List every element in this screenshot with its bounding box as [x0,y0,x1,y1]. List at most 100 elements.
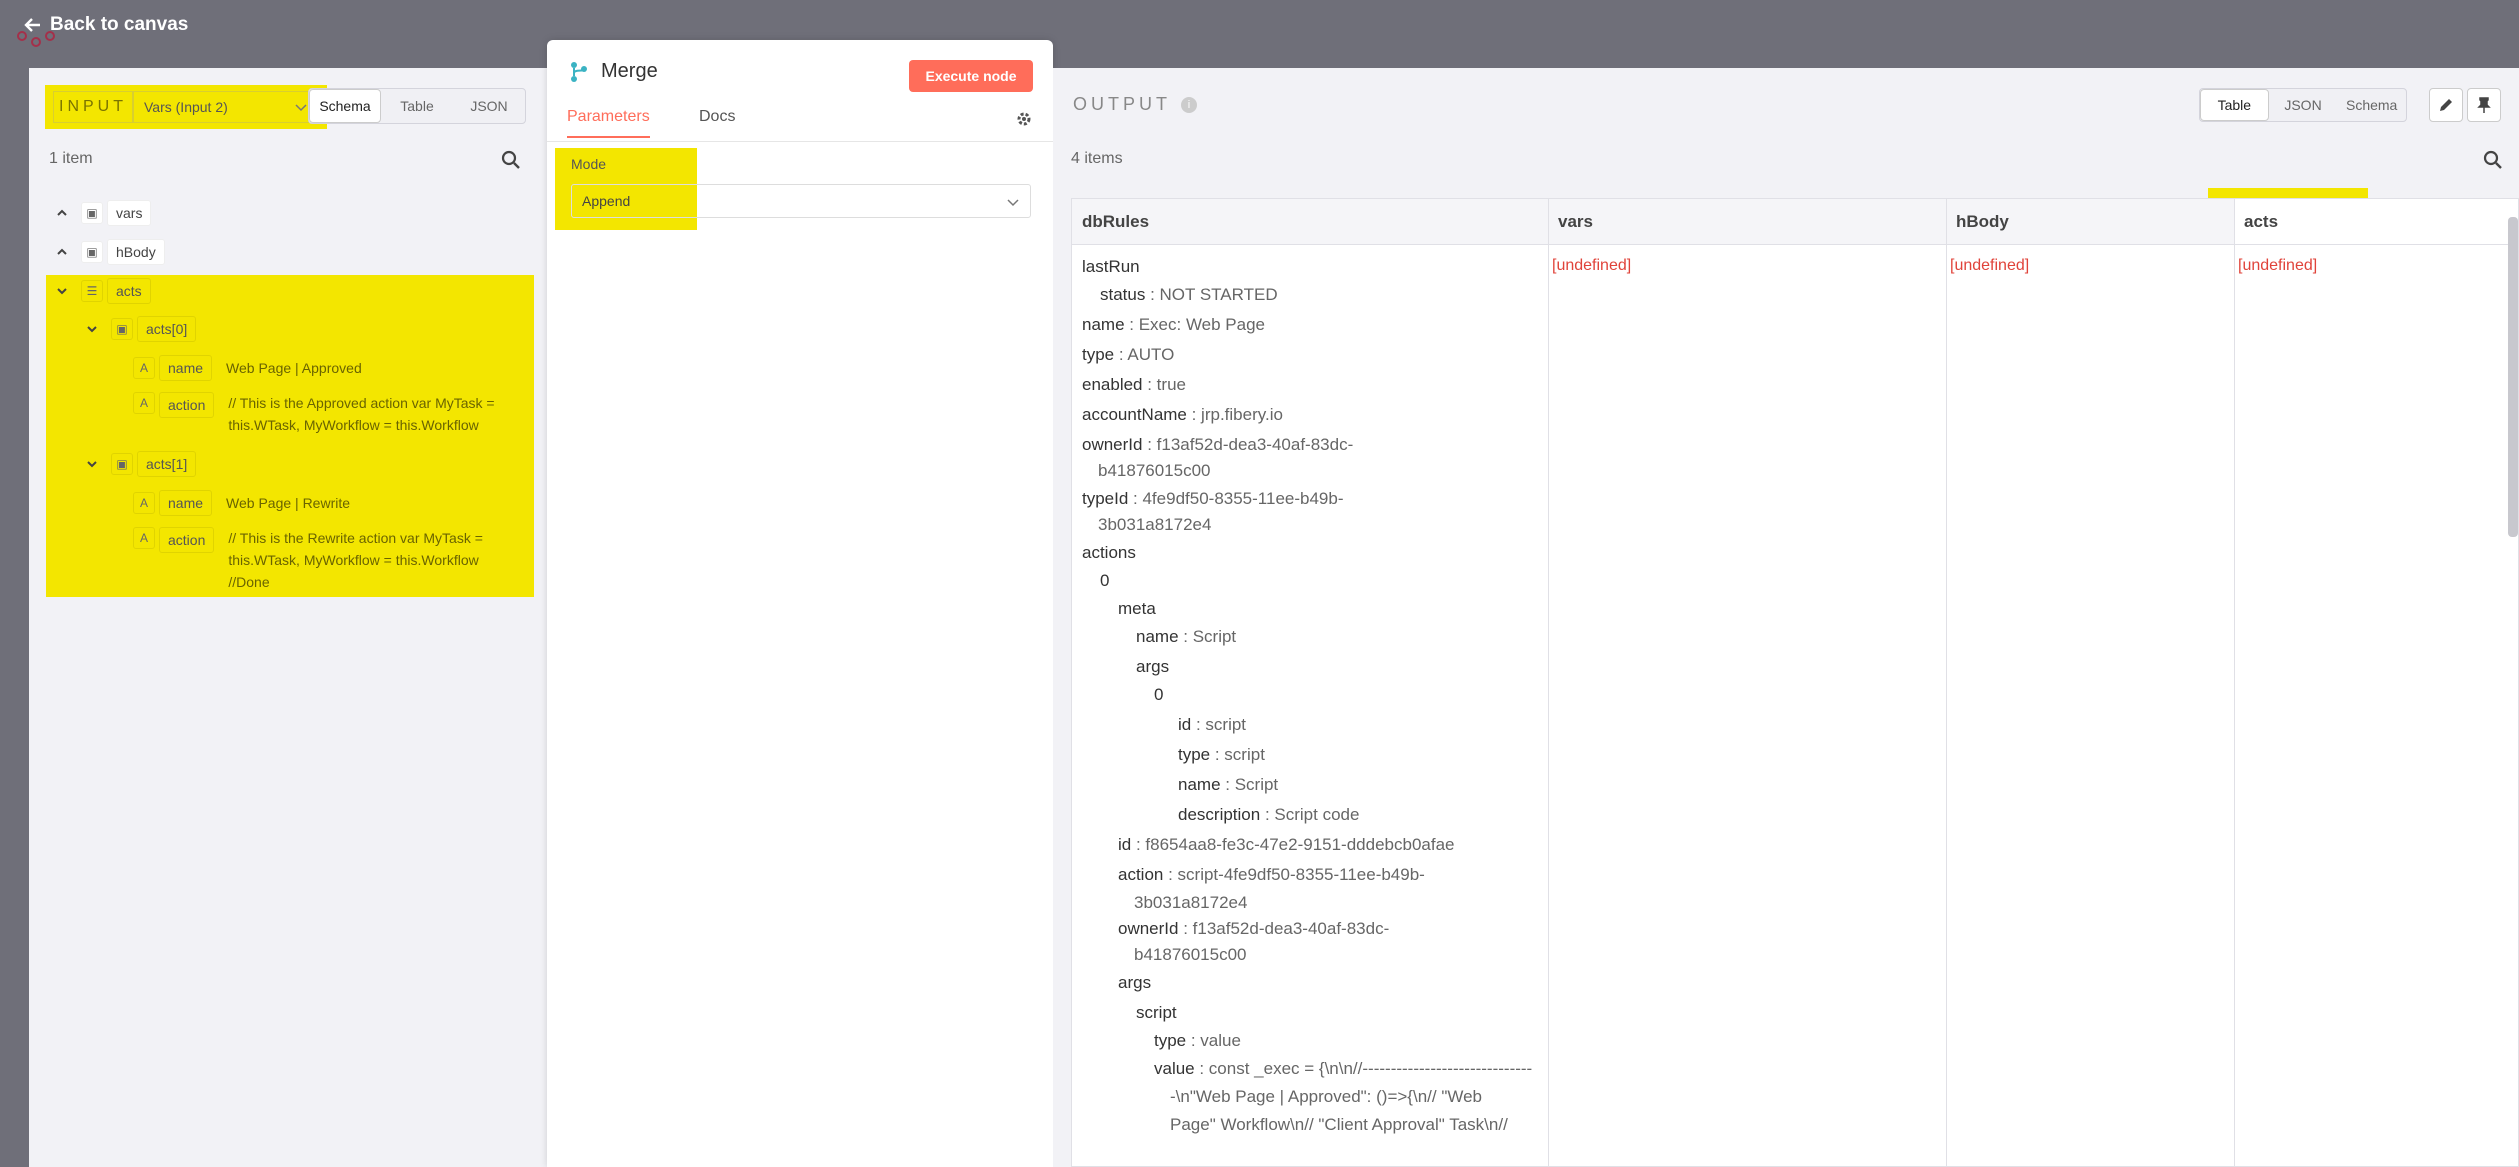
dbrules-row: type : script [1178,745,1265,765]
node-title-text: Merge [601,60,658,82]
column-divider [1548,199,1549,1167]
dbrules-row: 0 [1100,571,1109,591]
output-view-table[interactable]: Table [2200,89,2269,121]
dbrules-key: id [1178,715,1192,734]
mode-value: Append [582,193,631,209]
dbrules-key: description [1178,805,1261,824]
column-header-vars[interactable]: vars [1548,199,1946,245]
gear-icon[interactable] [1015,110,1033,128]
dbrules-value: : f13af52d-dea3-40af-83dc- [1178,919,1390,938]
edit-output-button[interactable] [2429,88,2463,122]
tree-row-acts0[interactable]: ▣ acts[0] [85,316,197,342]
mode-select[interactable]: Append [571,184,1031,218]
input-view-table[interactable]: Table [381,89,453,123]
column-divider [2234,199,2235,1167]
tree-key-action: action [159,527,215,553]
dbrules-key: actions [1082,543,1136,562]
tree-row-hbody[interactable]: ▣ hBody [55,239,165,265]
tree-row-acts1[interactable]: ▣ acts[1] [85,451,197,477]
dbrules-key: id [1118,835,1132,854]
tree-row-acts1-action: A action // This is the Rewrite action v… [133,527,483,593]
object-icon: ▣ [111,318,133,340]
dbrules-key: name [1082,315,1125,334]
node-panel: Merge Execute node Parameters Docs Mode … [547,40,1053,1167]
input-source-select[interactable]: Vars (Input 2) [133,91,319,123]
dbrules-row: typeId : 4fe9df50-8355-11ee-b49b- [1082,489,1344,509]
top-bar: Back to canvas [0,0,2519,68]
tree-row-acts[interactable]: ☰ acts [55,278,151,304]
tree-key-hbody: hBody [107,239,165,265]
pin-output-button[interactable] [2467,88,2501,122]
cell-undefined: [undefined] [2238,257,2318,274]
tree-key-name: name [159,490,213,516]
dbrules-row: value : const _exec = {\n\n//-----------… [1154,1059,1532,1079]
output-title: OUTPUT i [1073,94,1197,115]
string-icon: A [133,527,155,549]
column-header-acts[interactable]: acts [2234,199,2519,245]
dbrules-value: : true [1142,375,1186,394]
chevron-down-icon [57,288,67,295]
dbrules-value: : 4fe9df50-8355-11ee-b49b- [1128,489,1344,508]
chevron-up-icon [57,209,67,216]
tab-parameters[interactable]: Parameters [567,108,650,138]
column-header-hbody[interactable]: hBody [1946,199,2234,245]
column-divider [1946,199,1947,1167]
output-view-switch: Table JSON Schema [2199,88,2407,122]
tree-row-vars[interactable]: ▣ vars [55,200,152,226]
input-view-json[interactable]: JSON [453,89,525,123]
dbrules-row: actions [1082,543,1136,563]
input-label: INPUT [53,91,133,123]
dbrules-key: value [1154,1059,1195,1078]
back-to-canvas-label: Back to canvas [50,14,189,35]
dbrules-key: typeId [1082,489,1129,508]
tab-docs[interactable]: Docs [699,108,735,136]
tree-value: // This is the Rewrite action var MyTask… [228,530,483,546]
input-view-schema[interactable]: Schema [309,89,381,123]
node-title: Merge [569,60,658,83]
dbrules-row: name : Script [1178,775,1278,795]
dbrules-row: type : AUTO [1082,345,1174,365]
dbrules-key: name [1136,627,1179,646]
dbrules-key: status [1100,285,1146,304]
back-to-canvas-link[interactable]: Back to canvas [24,14,188,36]
string-icon: A [133,392,155,414]
output-view-schema[interactable]: Schema [2337,89,2406,121]
dbrules-key: accountName [1082,405,1187,424]
tree-key-vars: vars [107,200,152,226]
dbrules-value: b41876015c00 [1134,945,1247,964]
output-view-json[interactable]: JSON [2269,89,2338,121]
node-tabs: Parameters Docs [547,100,1053,142]
dbrules-value: : value [1186,1031,1241,1050]
dbrules-key: name [1178,775,1221,794]
dbrules-value: : f8654aa8-fe3c-47e2-9151-dddebcb0afae [1131,835,1455,854]
dbrules-row: ownerId : f13af52d-dea3-40af-83dc- [1118,919,1389,939]
dbrules-key: enabled [1082,375,1143,394]
output-item-count: 4 items [1071,150,1123,167]
tree-value: Web Page | Approved [226,360,362,376]
dbrules-value: : Script code [1260,805,1360,824]
tree-value: Web Page | Rewrite [226,495,351,511]
chevron-down-icon [87,326,97,333]
info-icon[interactable]: i [1181,96,1197,113]
column-header-dbrules[interactable]: dbRules [1072,199,1548,245]
tree-value: this.WTask, MyWorkflow = this.Workflow [228,552,479,568]
dbrules-value: : AUTO [1114,345,1175,364]
input-source-value: Vars (Input 2) [144,99,228,115]
merge-icon [571,61,587,82]
dbrules-row: enabled : true [1082,375,1186,395]
tree-key-acts1: acts[1] [137,451,197,477]
output-table: dbRules vars hBody acts [undefined] [und… [1071,198,2519,1167]
dbrules-row: 3b031a8172e4 [1134,893,1247,913]
dbrules-value: : jrp.fibery.io [1186,405,1283,424]
tree-value: // This is the Approved action var MyTas… [228,395,495,411]
search-icon[interactable] [2483,150,2503,170]
mode-label: Mode [571,156,607,172]
dbrules-key: 0 [1154,685,1164,704]
execute-node-button[interactable]: Execute node [909,60,1033,92]
dbrules-row: name : Exec: Web Page [1082,315,1265,335]
dbrules-key: 0 [1100,571,1110,590]
search-icon[interactable] [501,150,521,170]
scrollbar[interactable] [2508,217,2518,537]
chevron-down-icon [295,104,307,112]
dbrules-value: : NOT STARTED [1145,285,1278,304]
